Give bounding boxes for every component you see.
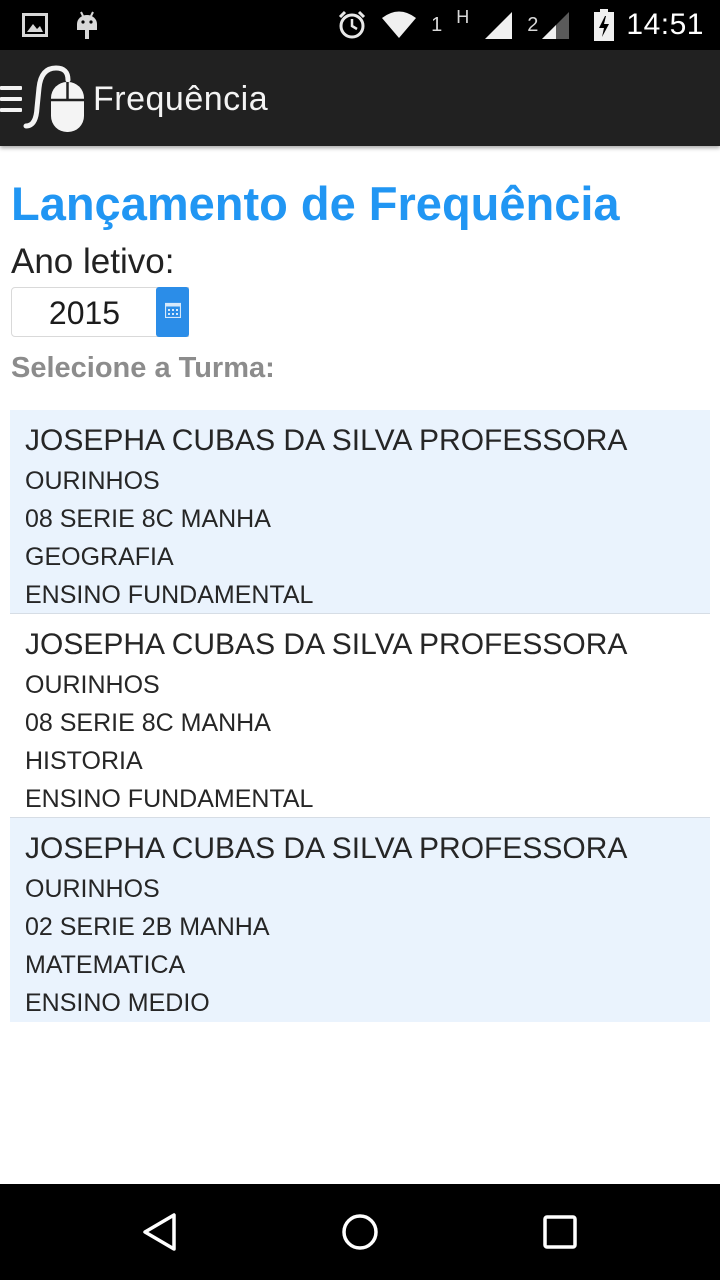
- navigation-bar: [0, 1184, 720, 1280]
- recents-icon[interactable]: [530, 1208, 590, 1256]
- class-city: OURINHOS: [25, 875, 160, 903]
- class-list-item[interactable]: JOSEPHA CUBAS DA SILVA PROFESSORA OURINH…: [10, 410, 710, 614]
- class-subject: GEOGRAFIA: [25, 543, 174, 571]
- class-level: ENSINO FUNDAMENTAL: [25, 785, 314, 813]
- status-bar-notifications: [22, 10, 100, 45]
- year-input[interactable]: 2015: [12, 288, 157, 336]
- class-list-item[interactable]: JOSEPHA CUBAS DA SILVA PROFESSORA OURINH…: [10, 614, 710, 818]
- class-name: 08 SERIE 8C MANHA: [25, 709, 271, 737]
- class-name: 08 SERIE 8C MANHA: [25, 505, 271, 533]
- class-subject: MATEMATICA: [25, 951, 186, 979]
- class-level: ENSINO FUNDAMENTAL: [25, 581, 314, 609]
- class-name: 02 SERIE 2B MANHA: [25, 913, 270, 941]
- calendar-button[interactable]: [156, 287, 189, 337]
- class-teacher: JOSEPHA CUBAS DA SILVA PROFESSORA: [25, 424, 628, 457]
- app-bar: Frequência: [0, 50, 720, 146]
- status-bar: 1 H 2 14:51: [0, 0, 720, 50]
- class-list-item[interactable]: JOSEPHA CUBAS DA SILVA PROFESSORA OURINH…: [10, 818, 710, 1022]
- home-icon[interactable]: [330, 1208, 390, 1256]
- year-picker[interactable]: 2015: [11, 287, 189, 337]
- signal-icon: [540, 10, 570, 40]
- status-time: 14:51: [626, 8, 704, 41]
- calendar-icon: [164, 302, 181, 323]
- android-icon: [74, 10, 100, 45]
- select-class-label: Selecione a Turma:: [11, 352, 275, 384]
- wifi-icon: [381, 11, 417, 39]
- class-list: JOSEPHA CUBAS DA SILVA PROFESSORA OURINH…: [10, 410, 710, 1022]
- sim1-label: 1: [431, 13, 443, 36]
- signal-icon: [483, 10, 513, 40]
- page-title: Lançamento de Frequência: [11, 177, 620, 230]
- sim2-label: 2: [527, 13, 539, 36]
- class-level: ENSINO MEDIO: [25, 989, 210, 1017]
- alarm-icon: [337, 10, 367, 40]
- image-icon: [22, 13, 48, 42]
- menu-icon[interactable]: [0, 86, 22, 112]
- class-city: OURINHOS: [25, 671, 160, 699]
- class-teacher: JOSEPHA CUBAS DA SILVA PROFESSORA: [25, 832, 628, 865]
- year-label: Ano letivo:: [11, 242, 175, 281]
- status-bar-system: 1 H 2 14:51: [323, 6, 704, 44]
- back-icon[interactable]: [130, 1208, 190, 1256]
- app-logo-mouse-icon[interactable]: [22, 62, 88, 134]
- network-type-label: H: [456, 6, 470, 27]
- class-teacher: JOSEPHA CUBAS DA SILVA PROFESSORA: [25, 628, 628, 661]
- class-city: OURINHOS: [25, 467, 160, 495]
- app-title: Frequência: [93, 80, 269, 118]
- battery-charging-icon: [594, 9, 615, 41]
- class-subject: HISTORIA: [25, 747, 143, 775]
